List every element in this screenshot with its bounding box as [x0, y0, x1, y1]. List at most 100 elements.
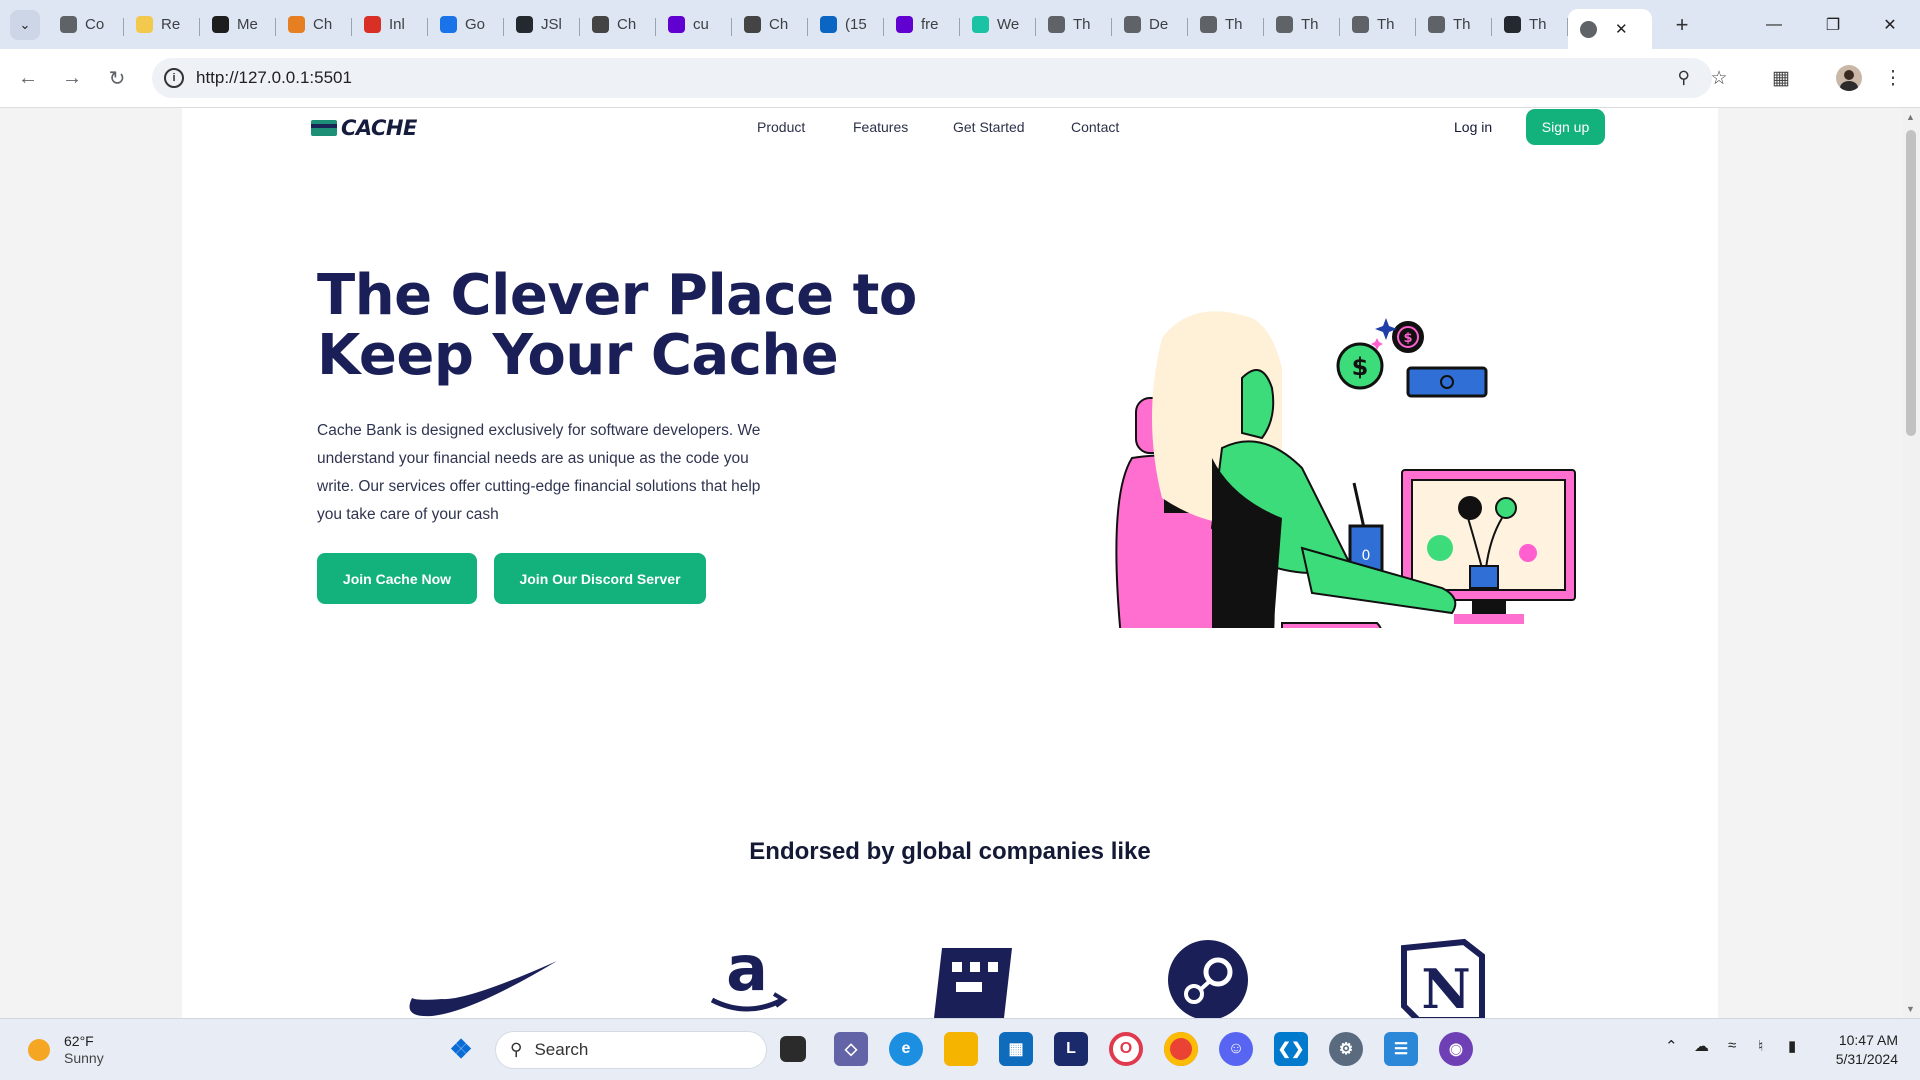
browser-tab[interactable]: (15	[808, 5, 884, 45]
browser-tab[interactable]: cu	[656, 5, 732, 45]
scroll-up-icon[interactable]: ▲	[1906, 112, 1915, 122]
address-bar-url[interactable]: http://127.0.0.1:5501	[196, 68, 352, 88]
battery-icon[interactable]: ▮	[1788, 1037, 1796, 1055]
browser-tab[interactable]: JSl	[504, 5, 580, 45]
taskbar-search[interactable]: ⚲ Search	[495, 1031, 767, 1069]
browser-tab-label: Th	[1377, 16, 1395, 33]
system-clock[interactable]: 10:47 AM 5/31/2024	[1836, 1031, 1898, 1069]
site-logo[interactable]: CACHE	[311, 116, 417, 140]
join-cache-button[interactable]: Join Cache Now	[317, 553, 477, 604]
tab-search-button[interactable]: ⌄	[10, 9, 40, 40]
browser-tab[interactable]: Th	[1492, 5, 1568, 45]
bookmark-star-button[interactable]: ☆	[1702, 58, 1736, 98]
discord-app[interactable]: ☺	[1219, 1032, 1253, 1066]
browser-tab[interactable]: Ch	[276, 5, 352, 45]
browser-tab[interactable]: Re	[124, 5, 200, 45]
weather-temperature: 62°F	[64, 1033, 94, 1049]
browser-tab[interactable]: fre	[884, 5, 960, 45]
browser-tab[interactable]: We	[960, 5, 1036, 45]
site-info-icon[interactable]: i	[164, 68, 184, 88]
browser-tab[interactable]: Th	[1340, 5, 1416, 45]
opera-app[interactable]: O	[1109, 1032, 1143, 1066]
logo-text: CACHE	[341, 116, 417, 140]
browser-tab[interactable]: Th	[1416, 5, 1492, 45]
figma-icon	[212, 16, 229, 33]
settings-app[interactable]: ⚙	[1329, 1032, 1363, 1066]
nav-link-contact[interactable]: Contact	[1071, 119, 1119, 135]
nav-link-product[interactable]: Product	[757, 119, 805, 135]
globe-icon	[1048, 16, 1065, 33]
file-explorer-app[interactable]	[944, 1032, 978, 1066]
minimize-button[interactable]: —	[1746, 0, 1802, 49]
l-app[interactable]: L	[1054, 1032, 1088, 1066]
browser-tab-bar: ⌄ Co Re Me Ch Inl Go JSl Ch cu Ch (15 fre We Th De Th Th…	[0, 0, 1920, 49]
tray-chevron-up-icon[interactable]: ⌃	[1665, 1037, 1678, 1055]
volume-muted-icon[interactable]: ♮	[1758, 1037, 1763, 1055]
close-window-button[interactable]: ✕	[1862, 0, 1918, 49]
browser-tab[interactable]: Me	[200, 5, 276, 45]
taskbar-search-placeholder: Search	[534, 1040, 589, 1059]
chrome-app[interactable]	[1164, 1032, 1198, 1066]
github-desktop-app[interactable]: ◉	[1439, 1032, 1473, 1066]
profile-avatar[interactable]	[1832, 58, 1866, 98]
arrow-left-icon: ←	[18, 66, 38, 89]
weather-widget[interactable]: 62°F Sunny	[28, 1033, 104, 1067]
forward-button[interactable]: →	[52, 58, 92, 98]
restore-button[interactable]: ❐	[1805, 0, 1861, 49]
browser-toolbar: ← → ↻ i http://127.0.0.1:5501 ⚲ ☆ ▦ ⋮	[0, 49, 1920, 108]
browser-tab[interactable]: Th	[1188, 5, 1264, 45]
browser-tab[interactable]: Th	[1264, 5, 1340, 45]
browser-tab[interactable]: Th	[1036, 5, 1112, 45]
wifi-icon[interactable]: ≈	[1728, 1037, 1736, 1054]
edge-app[interactable]: e	[889, 1032, 923, 1066]
page-scrollbar[interactable]: ▲ ▼	[1902, 108, 1920, 1018]
credit-card-icon	[311, 120, 337, 136]
browser-tab[interactable]: Inl	[352, 5, 428, 45]
join-discord-button[interactable]: Join Our Discord Server	[494, 553, 706, 604]
task-view-button[interactable]	[780, 1036, 806, 1062]
browser-tab-label: Th	[1453, 16, 1471, 33]
scroll-down-icon[interactable]: ▼	[1906, 1004, 1915, 1014]
teams-app[interactable]: ◇	[834, 1032, 868, 1066]
onedrive-icon[interactable]: ☁	[1694, 1037, 1709, 1055]
browser-tab[interactable]: Go	[428, 5, 504, 45]
vscode-app[interactable]: ❮❯	[1274, 1032, 1308, 1066]
new-tab-button[interactable]: +	[1666, 9, 1698, 41]
globe-icon	[1276, 16, 1293, 33]
nike-logo	[409, 961, 557, 1017]
browser-tab[interactable]: Ch	[732, 5, 808, 45]
scrollbar-thumb[interactable]	[1906, 130, 1916, 436]
browser-tab[interactable]: Co	[48, 5, 124, 45]
browser-tab-label: Th	[1529, 16, 1547, 33]
nav-link-features[interactable]: Features	[853, 119, 908, 135]
globe-icon	[1200, 16, 1217, 33]
svg-text:$: $	[1403, 331, 1412, 346]
browser-tab-label: JSl	[541, 16, 562, 33]
close-tab-icon[interactable]: ✕	[1615, 20, 1628, 38]
avatar	[1836, 65, 1862, 91]
browser-tab-label: Re	[161, 16, 181, 33]
store-app[interactable]: ▦	[999, 1032, 1033, 1066]
address-bar[interactable]: i http://127.0.0.1:5501 ⚲	[152, 58, 1712, 98]
notepad-app[interactable]: ☰	[1384, 1032, 1418, 1066]
browser-tab[interactable]: De	[1112, 5, 1188, 45]
nav-link-get-started[interactable]: Get Started	[953, 119, 1025, 135]
reload-button[interactable]: ↻	[97, 58, 137, 98]
start-button[interactable]: ❖	[444, 1032, 478, 1066]
clock-date: 5/31/2024	[1835, 1051, 1898, 1067]
svg-text:$: $	[1352, 353, 1369, 381]
zoom-icon[interactable]: ⚲	[1678, 68, 1690, 88]
browser-tab-label: Th	[1225, 16, 1243, 33]
globe-icon	[1124, 16, 1141, 33]
extensions-button[interactable]: ▦	[1764, 58, 1798, 98]
calendar-icon	[440, 16, 457, 33]
signup-button[interactable]: Sign up	[1526, 109, 1605, 145]
browser-tab[interactable]: Ch	[580, 5, 656, 45]
browser-menu-button[interactable]: ⋮	[1876, 58, 1910, 98]
back-button[interactable]: ←	[8, 58, 48, 98]
login-link[interactable]: Log in	[1454, 119, 1492, 135]
active-browser-tab[interactable]: ✕	[1568, 9, 1652, 49]
discord-icon: ☺	[1227, 1040, 1245, 1057]
browser-tab-label: Ch	[769, 16, 789, 33]
l-icon: L	[1066, 1040, 1076, 1057]
